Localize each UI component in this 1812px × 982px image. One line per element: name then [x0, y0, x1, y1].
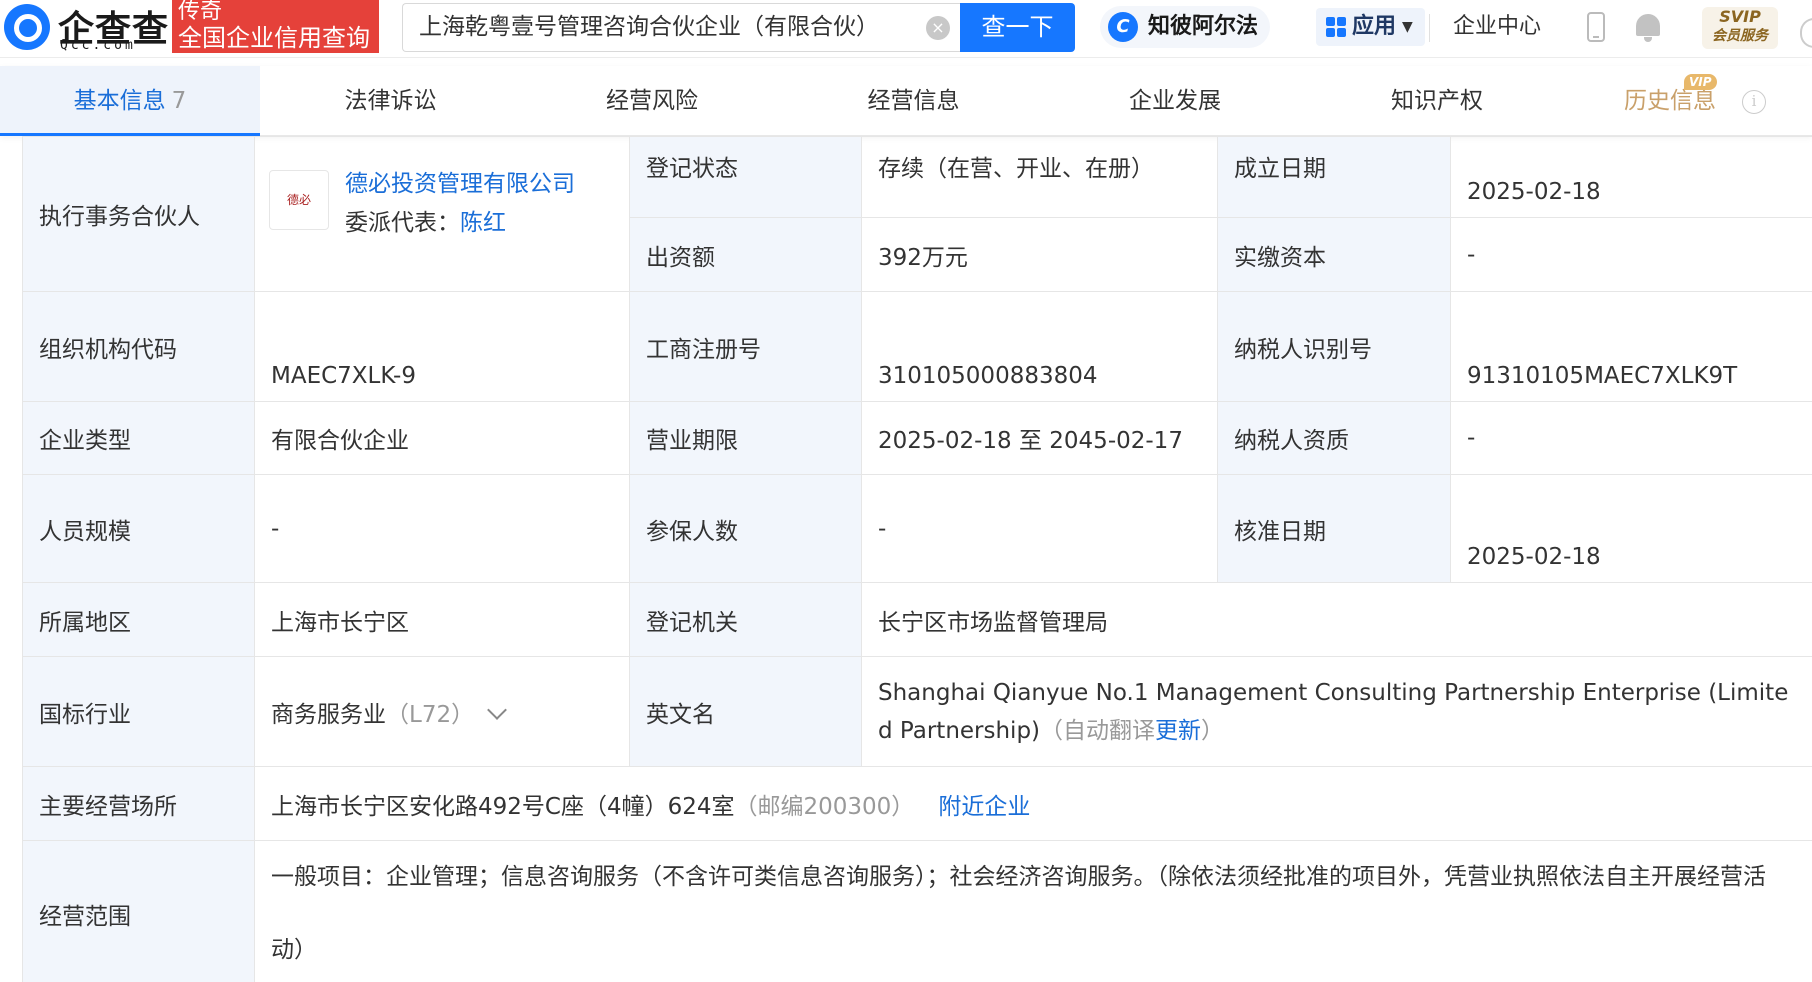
capital-value: 392万元	[861, 217, 1218, 292]
ent-type-label: 企业类型	[22, 401, 255, 475]
side-panel-handle[interactable]	[1800, 18, 1812, 48]
auto-translate-end: ）	[1201, 717, 1225, 744]
tab-development[interactable]: 企业发展	[1044, 66, 1306, 136]
partner-representative: 委派代表：陈红	[345, 203, 506, 237]
term-label: 营业期限	[629, 401, 862, 475]
logo-subtext: Qcc.com	[60, 38, 136, 53]
search-button[interactable]: 查一下	[960, 3, 1075, 52]
scope-value: 一般项目：企业管理；信息咨询服务（不含许可类信息咨询服务）；社会经济咨询服务。（…	[254, 840, 1812, 982]
reg-status-value: 存续（在营、开业、在册）	[861, 136, 1218, 218]
org-code-value: MAEC7XLK-9	[254, 291, 630, 402]
bell-icon[interactable]	[1636, 14, 1660, 42]
info-icon[interactable]: i	[1742, 90, 1766, 114]
address-cell: 上海市长宁区安化路492号C座（4幢）624室（邮编200300） 附近企业	[254, 766, 1812, 841]
clear-icon[interactable]: ×	[926, 16, 950, 40]
svip-top-text: SVIP	[1719, 7, 1761, 26]
biz-reg-no-label: 工商注册号	[629, 291, 862, 402]
tab-basic-info[interactable]: 基本信息 7	[0, 66, 260, 136]
reg-authority-value: 长宁区市场监督管理局	[861, 582, 1812, 657]
tax-qualification-value: -	[1450, 401, 1812, 475]
tab-risk[interactable]: 经营风险	[521, 66, 783, 136]
staff-label: 人员规模	[22, 474, 255, 583]
address-label: 主要经营场所	[22, 766, 255, 841]
logo-icon	[4, 4, 50, 50]
apps-dropdown[interactable]: 应用 ▼	[1316, 8, 1425, 46]
reg-authority-label: 登记机关	[629, 582, 862, 657]
search-input[interactable]: 上海乾粤壹号管理咨询合伙企业（有限合伙）	[402, 3, 960, 52]
zhibi-alpha-button[interactable]: C 知彼阿尔法	[1100, 6, 1271, 48]
biz-reg-no-value: 310105000883804	[861, 291, 1218, 402]
auto-translate-note: （自动翻译	[1040, 717, 1156, 744]
executive-partner-label: 执行事务合伙人	[22, 136, 255, 292]
capital-label: 出资额	[629, 217, 862, 292]
tab-label: 基本信息	[73, 88, 166, 114]
mobile-icon[interactable]	[1587, 12, 1605, 42]
partner-logo[interactable]: 德必	[269, 170, 329, 230]
scope-label: 经营范围	[22, 840, 255, 982]
partner-name-link[interactable]: 德必投资管理有限公司	[345, 164, 575, 198]
founded-label: 成立日期	[1217, 136, 1451, 218]
zhibi-logo-icon: C	[1108, 12, 1138, 42]
chevron-down-icon[interactable]	[487, 699, 507, 720]
nearby-companies-link[interactable]: 附近企业	[938, 794, 1030, 820]
taxpayer-id-label: 纳税人识别号	[1217, 291, 1451, 402]
staff-value: -	[254, 474, 630, 583]
taxpayer-id-value: 91310105MAEC7XLK9T	[1450, 291, 1812, 402]
svip-bottom-text: 会员服务	[1712, 28, 1768, 44]
postcode: （邮编200300）	[734, 793, 915, 820]
executive-partner-cell: 德必 德必投资管理有限公司 委派代表：陈红	[254, 136, 630, 292]
rep-name-link[interactable]: 陈红	[460, 210, 506, 236]
english-name-cell: Shanghai Qianyue No.1 Management Consult…	[861, 656, 1812, 767]
vip-badge: VIP	[1684, 74, 1717, 90]
address-value: 上海市长宁区安化路492号C座（4幢）624室	[271, 793, 735, 820]
enterprise-center-link[interactable]: 企业中心	[1453, 11, 1541, 43]
slogan-bottom: 全国企业信用查询	[178, 24, 370, 52]
slogan-banner: 传奇 全国企业信用查询	[172, 0, 379, 53]
approval-date-label: 核准日期	[1217, 474, 1451, 583]
ent-type-value: 有限合伙企业	[254, 401, 630, 475]
industry-code: （L72）	[386, 701, 475, 728]
rep-label: 委派代表：	[345, 210, 460, 236]
org-code-label: 组织机构代码	[22, 291, 255, 402]
qcc-logo[interactable]: 企查查 Qcc.com	[0, 0, 172, 56]
header-divider	[1429, 14, 1430, 42]
paid-capital-label: 实缴资本	[1217, 217, 1451, 292]
insured-label: 参保人数	[629, 474, 862, 583]
english-name-value: Shanghai Qianyue No.1 Management Consult…	[878, 679, 1789, 744]
region-value: 上海市长宁区	[254, 582, 630, 657]
tab-count: 7	[171, 88, 187, 114]
grid-icon	[1326, 17, 1346, 37]
region-label: 所属地区	[22, 582, 255, 657]
tab-legal[interactable]: 法律诉讼	[260, 66, 521, 136]
apps-label: 应用	[1352, 14, 1397, 39]
zhibi-label: 知彼阿尔法	[1148, 14, 1259, 39]
tax-qualification-label: 纳税人资质	[1217, 401, 1451, 475]
reg-status-label: 登记状态	[629, 136, 862, 218]
paid-capital-value: -	[1450, 217, 1812, 292]
tab-ip[interactable]: 知识产权	[1306, 66, 1568, 136]
top-header: 企查查 Qcc.com 传奇 全国企业信用查询 上海乾粤壹号管理咨询合伙企业（有…	[0, 0, 1812, 58]
industry-label: 国标行业	[22, 656, 255, 767]
svip-button[interactable]: SVIP 会员服务	[1702, 7, 1778, 49]
tab-operation[interactable]: 经营信息	[783, 66, 1044, 136]
term-value: 2025-02-18 至 2045-02-17	[861, 401, 1218, 475]
slogan-top: 传奇	[178, 0, 223, 24]
section-tabs: 基本信息 7 法律诉讼 经营风险 经营信息 企业发展 知识产权 历史信息 VIP …	[0, 66, 1812, 136]
insured-value: -	[861, 474, 1218, 583]
approval-date-value: 2025-02-18	[1450, 474, 1812, 583]
industry-value: 商务服务业	[271, 701, 386, 728]
tab-history[interactable]: 历史信息	[1590, 66, 1750, 136]
update-link[interactable]: 更新	[1155, 718, 1201, 744]
basic-info-table: 执行事务合伙人 德必 德必投资管理有限公司 委派代表：陈红 登记状态 存续（在营…	[22, 136, 1812, 982]
industry-cell: 商务服务业（L72）	[254, 656, 630, 767]
english-name-label: 英文名	[629, 656, 862, 767]
founded-value: 2025-02-18	[1450, 136, 1812, 218]
caret-down-icon: ▼	[1402, 19, 1413, 35]
